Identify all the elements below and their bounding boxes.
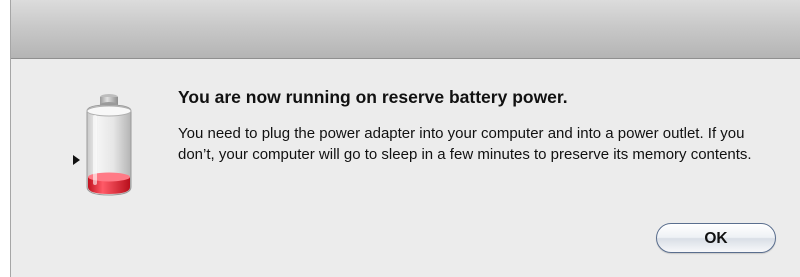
dialog-body: You are now running on reserve battery p…	[11, 59, 800, 277]
alert-message: You need to plug the power adapter into …	[178, 125, 752, 163]
battery-low-icon	[86, 94, 132, 196]
title-bar	[11, 0, 800, 59]
ok-button[interactable]: OK	[656, 223, 776, 253]
alert-title: You are now running on reserve battery p…	[178, 87, 568, 107]
alert-dialog: You are now running on reserve battery p…	[10, 0, 800, 277]
